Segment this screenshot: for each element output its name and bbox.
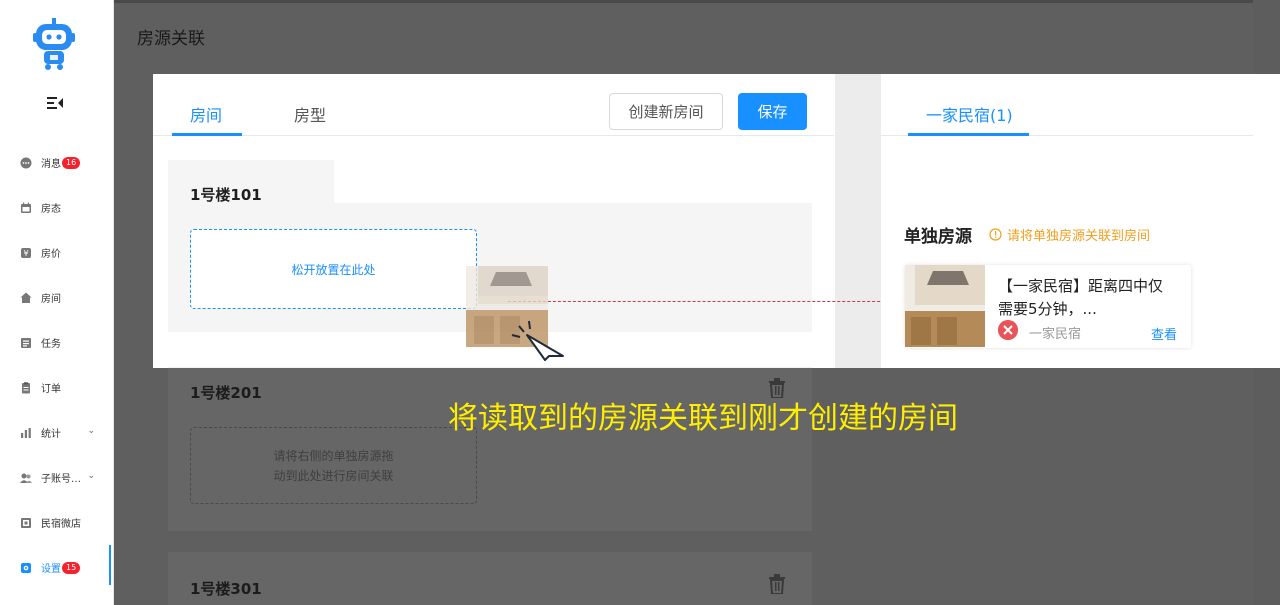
sidebar-item[interactable]: 任务 bbox=[0, 320, 113, 365]
room-card-next bbox=[168, 367, 812, 368]
sidebar-item-label: 房态 bbox=[41, 204, 61, 215]
listing-panel: 一家民宿(1) 单独房源 请将单独房源关联到房间 【一家民宿】距离四中仅 需要5… bbox=[881, 86, 1253, 368]
sidebar-item[interactable]: 统计 ⌄ bbox=[0, 410, 113, 455]
listing-tabs: 一家民宿(1) bbox=[881, 86, 1253, 136]
listing-card[interactable]: 【一家民宿】距离四中仅 需要5分钟，... 一家民宿 查看 bbox=[905, 265, 1191, 348]
room-title: 1号楼301 bbox=[190, 580, 262, 598]
drop-hint-line-2: 动到此处进行房间关联 bbox=[273, 469, 394, 483]
highlight-region: 房间 房型 创建新房间 保存 1号楼101 松开放置在此处 一家民宿(1) 单独… bbox=[153, 74, 1280, 368]
trash-icon[interactable] bbox=[768, 574, 786, 594]
drag-guide-line bbox=[508, 301, 945, 302]
chevron-down-icon[interactable]: ⌄ bbox=[87, 471, 95, 481]
sidebar-item-label: 民宿微店 bbox=[41, 519, 81, 530]
tutorial-caption: 将读取到的房源关联到刚才创建的房间 bbox=[448, 401, 958, 436]
room-card bbox=[168, 552, 812, 605]
sidebar-nav: 消息 16 房态 ¥ 房价房间任务订单统计 ⌄ 子账号… ⌄ 民宿微店设置 15 bbox=[0, 140, 113, 590]
room-title: 1号楼201 bbox=[190, 384, 262, 402]
sidebar-item-label: 设置 bbox=[41, 564, 61, 575]
message-icon bbox=[20, 157, 32, 168]
task-icon bbox=[21, 337, 31, 348]
sidebar-item-label: 房间 bbox=[41, 294, 61, 305]
sidebar-item[interactable]: 消息 16 bbox=[0, 140, 113, 185]
listing-thumbnail bbox=[905, 265, 985, 347]
settings-icon bbox=[21, 562, 31, 573]
sidebar-item[interactable]: ¥ 房价 bbox=[0, 230, 113, 275]
sidebar-item-label: 子账号… bbox=[41, 474, 81, 485]
room-drop-zone[interactable]: 请将右侧的单独房源拖 动到此处进行房间关联 bbox=[190, 427, 477, 504]
sidebar-item-label: 房价 bbox=[41, 249, 61, 260]
calendar-icon bbox=[21, 202, 31, 213]
panel-gap bbox=[835, 74, 881, 368]
sidebar-item[interactable]: 子账号… ⌄ bbox=[0, 455, 113, 500]
notification-badge: 16 bbox=[62, 156, 81, 169]
house-icon bbox=[20, 292, 32, 303]
sidebar-item-label: 任务 bbox=[41, 339, 61, 350]
sidebar: 消息 16 房态 ¥ 房价房间任务订单统计 ⌄ 子账号… ⌄ 民宿微店设置 15 bbox=[0, 0, 114, 605]
page-title: 房源关联 bbox=[137, 29, 205, 49]
tab-rooms[interactable]: 房间 bbox=[190, 102, 222, 126]
sidebar-item-label: 订单 bbox=[41, 384, 61, 395]
sidebar-item[interactable]: 订单 bbox=[0, 365, 113, 410]
sidebar-item[interactable]: 房间 bbox=[0, 275, 113, 320]
header-divider bbox=[114, 0, 1254, 3]
shop-name: 一家民宿 bbox=[1029, 327, 1082, 342]
section-title: 单独房源 bbox=[904, 227, 972, 247]
sidebar-item[interactable]: 房态 bbox=[0, 185, 113, 230]
hint-text: 请将单独房源关联到房间 bbox=[989, 225, 1150, 244]
notification-badge: 15 bbox=[62, 561, 81, 574]
drag-cursor-icon bbox=[511, 320, 564, 361]
users-icon bbox=[20, 473, 32, 483]
active-tab-indicator bbox=[908, 133, 1029, 136]
tab-room-types[interactable]: 房型 bbox=[294, 102, 326, 126]
create-room-button[interactable]: 创建新房间 bbox=[609, 93, 723, 130]
price-tag-icon: ¥ bbox=[21, 247, 31, 258]
listing-title-line-2: 需要5分钟，... bbox=[998, 300, 1097, 318]
sidebar-item[interactable]: 设置 15 bbox=[0, 545, 113, 590]
listing-title: 【一家民宿】距离四中仅 需要5分钟，... bbox=[998, 275, 1183, 321]
order-icon bbox=[22, 381, 30, 393]
sidebar-item[interactable]: 民宿微店 bbox=[0, 500, 113, 545]
sidebar-item-label: 消息 bbox=[41, 159, 61, 170]
shop-avatar-icon bbox=[998, 320, 1018, 340]
listing-title-line-1: 【一家民宿】距离四中仅 bbox=[998, 277, 1164, 295]
room-title: 1号楼101 bbox=[190, 186, 262, 204]
collapse-menu-icon[interactable] bbox=[46, 95, 64, 111]
chevron-down-icon[interactable]: ⌄ bbox=[87, 426, 95, 436]
bar-chart-icon bbox=[21, 427, 31, 438]
shop-icon bbox=[21, 517, 31, 528]
svg-text:¥: ¥ bbox=[23, 249, 28, 258]
info-icon bbox=[989, 228, 1002, 241]
sidebar-item-label: 统计 bbox=[41, 429, 61, 440]
tab-listing-source[interactable]: 一家民宿(1) bbox=[926, 102, 1013, 126]
room-drop-zone[interactable]: 松开放置在此处 bbox=[190, 229, 477, 309]
save-button[interactable]: 保存 bbox=[738, 93, 807, 130]
hint-label: 请将单独房源关联到房间 bbox=[1007, 229, 1151, 244]
active-tab-indicator bbox=[172, 133, 242, 136]
drop-hint-line-1: 请将右侧的单独房源拖 bbox=[273, 449, 394, 463]
view-link[interactable]: 查看 bbox=[1151, 324, 1177, 343]
robot-logo-icon bbox=[33, 18, 75, 70]
room-tabs: 房间 房型 创建新房间 保存 bbox=[153, 86, 834, 136]
